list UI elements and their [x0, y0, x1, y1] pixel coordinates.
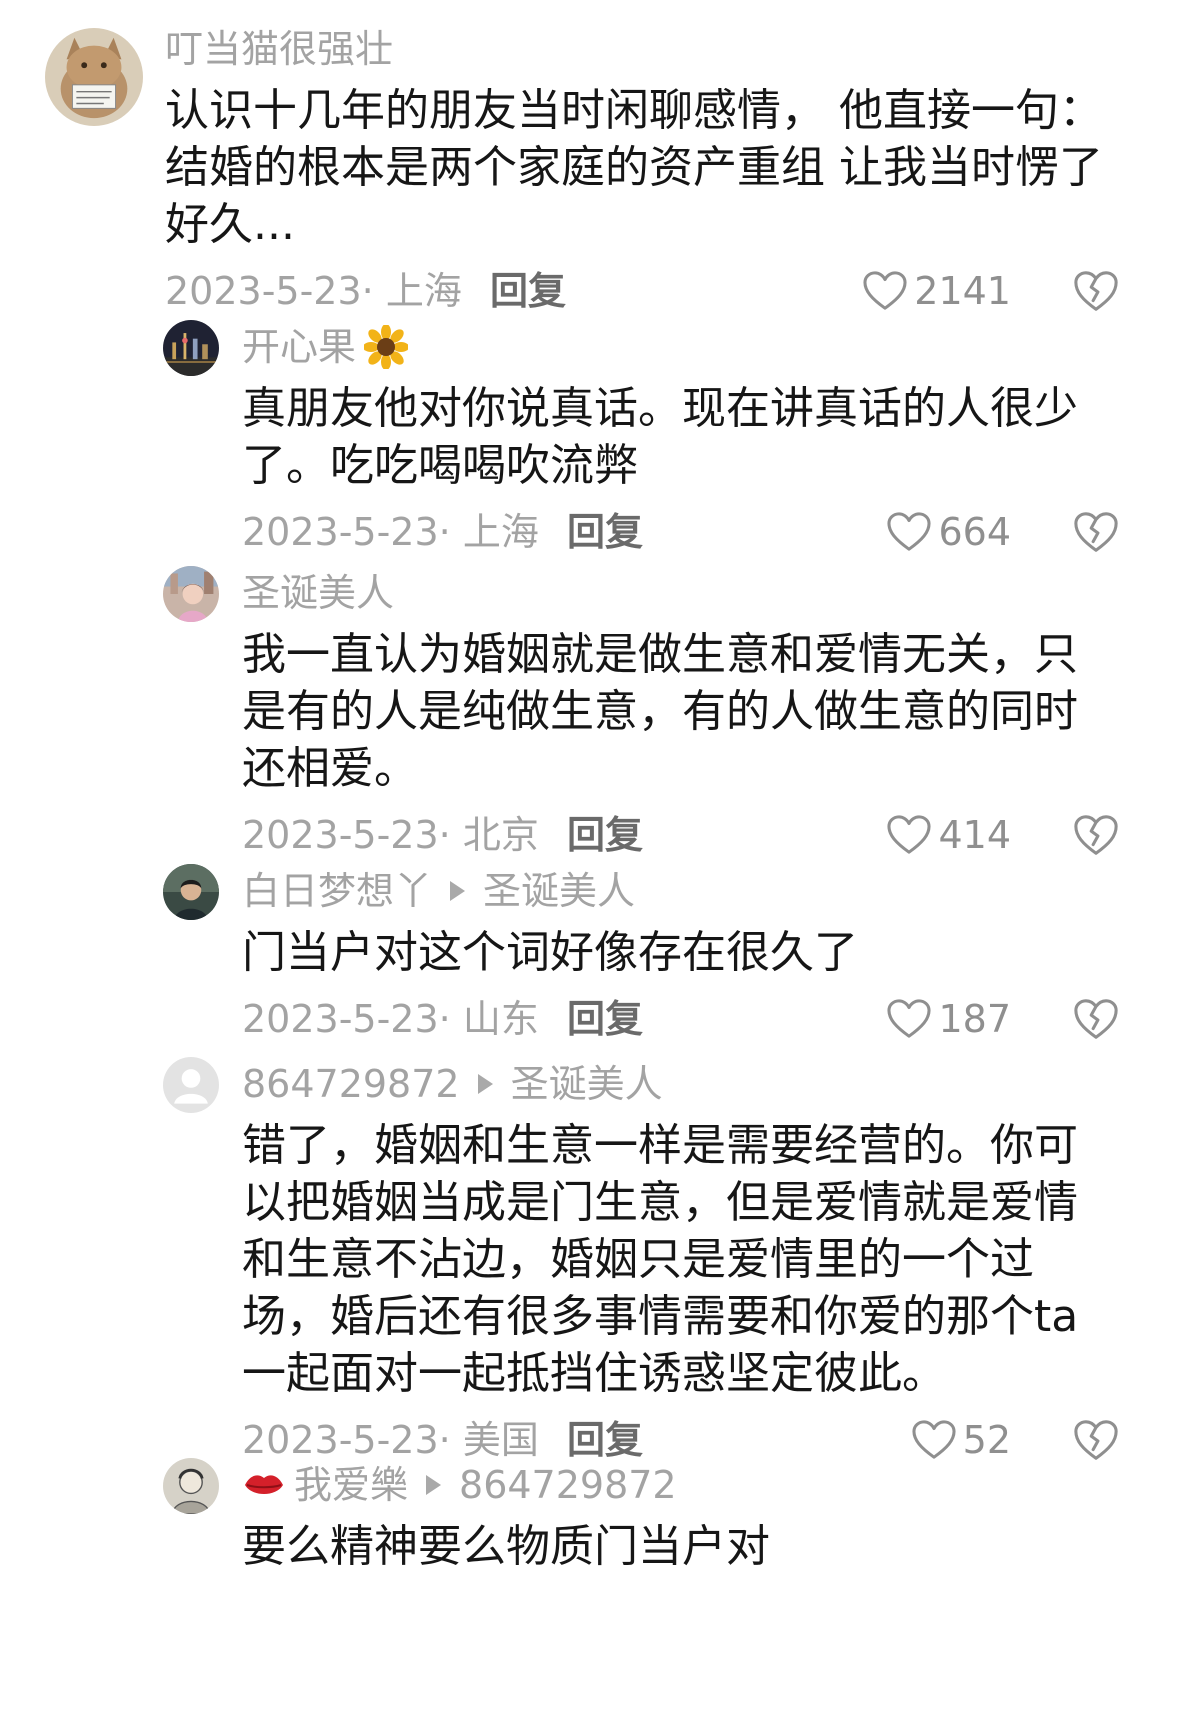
comment-username[interactable]: 圣诞美人	[242, 566, 1119, 620]
comment-username[interactable]: 开心果	[242, 320, 1119, 374]
comment-username[interactable]: 叮当猫很强壮	[165, 22, 1119, 76]
comment-username[interactable]: 864729872 圣诞美人	[242, 1057, 1119, 1111]
lips-icon	[242, 1463, 286, 1507]
heart-icon	[912, 1420, 956, 1459]
city-night-avatar-icon	[163, 320, 219, 376]
like-button[interactable]: 664	[886, 502, 1011, 562]
avatar[interactable]	[163, 320, 219, 376]
reply-button[interactable]: 回复	[567, 805, 643, 865]
username-text[interactable]: 圣诞美人	[242, 566, 394, 620]
avatar[interactable]	[163, 864, 219, 920]
dislike-button[interactable]	[1073, 268, 1119, 314]
heart-icon	[887, 512, 932, 551]
username-text[interactable]: 我爱樂	[294, 1458, 408, 1512]
like-button[interactable]: 187	[886, 989, 1011, 1049]
reply-arrow-icon	[426, 1475, 442, 1495]
username-text[interactable]: 开心果	[242, 320, 356, 374]
comment-date-location: 2023-5-23· 上海	[165, 269, 462, 313]
comment-username[interactable]: 白日梦想丫 圣诞美人	[242, 864, 1119, 918]
username-text[interactable]: 叮当猫很强壮	[165, 22, 393, 76]
comment-username[interactable]: 我爱樂 864729872	[242, 1458, 1119, 1512]
reply-to-username[interactable]: 864729872	[459, 1458, 677, 1512]
comment-text: 要么精神要么物质门当户对	[242, 1521, 770, 1572]
comment-text: 错了，婚姻和生意一样是需要经营的。你可以把婚姻当成是门生意，但是爱情就是爱情和生…	[242, 1120, 1079, 1399]
reply-to-username[interactable]: 圣诞美人	[511, 1057, 663, 1111]
comment-meta: 2023-5-23· 上海 回复 2141	[165, 261, 1119, 321]
heart-icon	[887, 999, 932, 1038]
reply-arrow-icon	[477, 1074, 493, 1094]
reply-to-username[interactable]: 圣诞美人	[483, 864, 635, 918]
broken-heart-icon	[1074, 999, 1118, 1039]
comment-date-location: 2023-5-23· 山东	[242, 997, 539, 1041]
sketch-avatar-icon	[163, 1458, 219, 1514]
like-button[interactable]: 414	[886, 805, 1011, 865]
broken-heart-icon	[1074, 512, 1118, 552]
dislike-button[interactable]	[1073, 509, 1119, 555]
comment-text: 门当户对这个词好像存在很久了	[242, 927, 858, 978]
dislike-button[interactable]	[1073, 1417, 1119, 1463]
reply-button[interactable]: 回复	[490, 261, 566, 321]
comment-date-location: 2023-5-23· 上海	[242, 510, 539, 554]
cat-avatar-icon	[45, 28, 143, 126]
comment-text: 我一直认为婚姻就是做生意和爱情无关，只是有的人是纯做生意，有的人做生意的同时还相…	[242, 629, 1078, 794]
default-user-avatar-icon	[163, 1057, 219, 1113]
reply-button[interactable]: 回复	[567, 989, 643, 1049]
avatar[interactable]	[45, 28, 143, 126]
reply-arrow-icon	[450, 881, 466, 901]
like-count: 414	[938, 813, 1011, 857]
heart-icon	[887, 815, 932, 854]
comment-meta: 2023-5-23· 北京 回复 414	[242, 805, 1119, 865]
avatar[interactable]	[163, 1057, 219, 1113]
like-count: 187	[938, 997, 1011, 1041]
username-text[interactable]: 白日梦想丫	[242, 864, 432, 918]
broken-heart-icon	[1074, 815, 1118, 855]
heart-icon	[863, 271, 907, 310]
comment-meta: 2023-5-23· 上海 回复 664	[242, 502, 1119, 562]
dislike-button[interactable]	[1073, 812, 1119, 858]
comment-text: 认识十几年的朋友当时闲聊感情， 他直接一句：结婚的根本是两个家庭的资产重组 让我…	[165, 85, 1103, 250]
comment-meta: 2023-5-23· 山东 回复 187	[242, 989, 1119, 1049]
avatar[interactable]	[163, 1458, 219, 1514]
comment-text: 真朋友他对你说真话。现在讲真话的人很少了。吃吃喝喝吹流弊	[242, 383, 1078, 491]
broken-heart-icon	[1074, 271, 1118, 311]
broken-heart-icon	[1074, 1420, 1118, 1460]
sunflower-icon	[363, 324, 410, 370]
username-text[interactable]: 864729872	[242, 1057, 460, 1111]
like-count: 664	[938, 510, 1011, 554]
comment-date-location: 2023-5-23· 北京	[242, 813, 539, 857]
like-button[interactable]: 2141	[862, 261, 1011, 321]
like-count: 2141	[914, 269, 1011, 313]
reply-button[interactable]: 回复	[567, 502, 643, 562]
avatar[interactable]	[163, 566, 219, 622]
portrait-avatar-icon	[163, 566, 219, 622]
man-avatar-icon	[163, 864, 219, 920]
dislike-button[interactable]	[1073, 996, 1119, 1042]
